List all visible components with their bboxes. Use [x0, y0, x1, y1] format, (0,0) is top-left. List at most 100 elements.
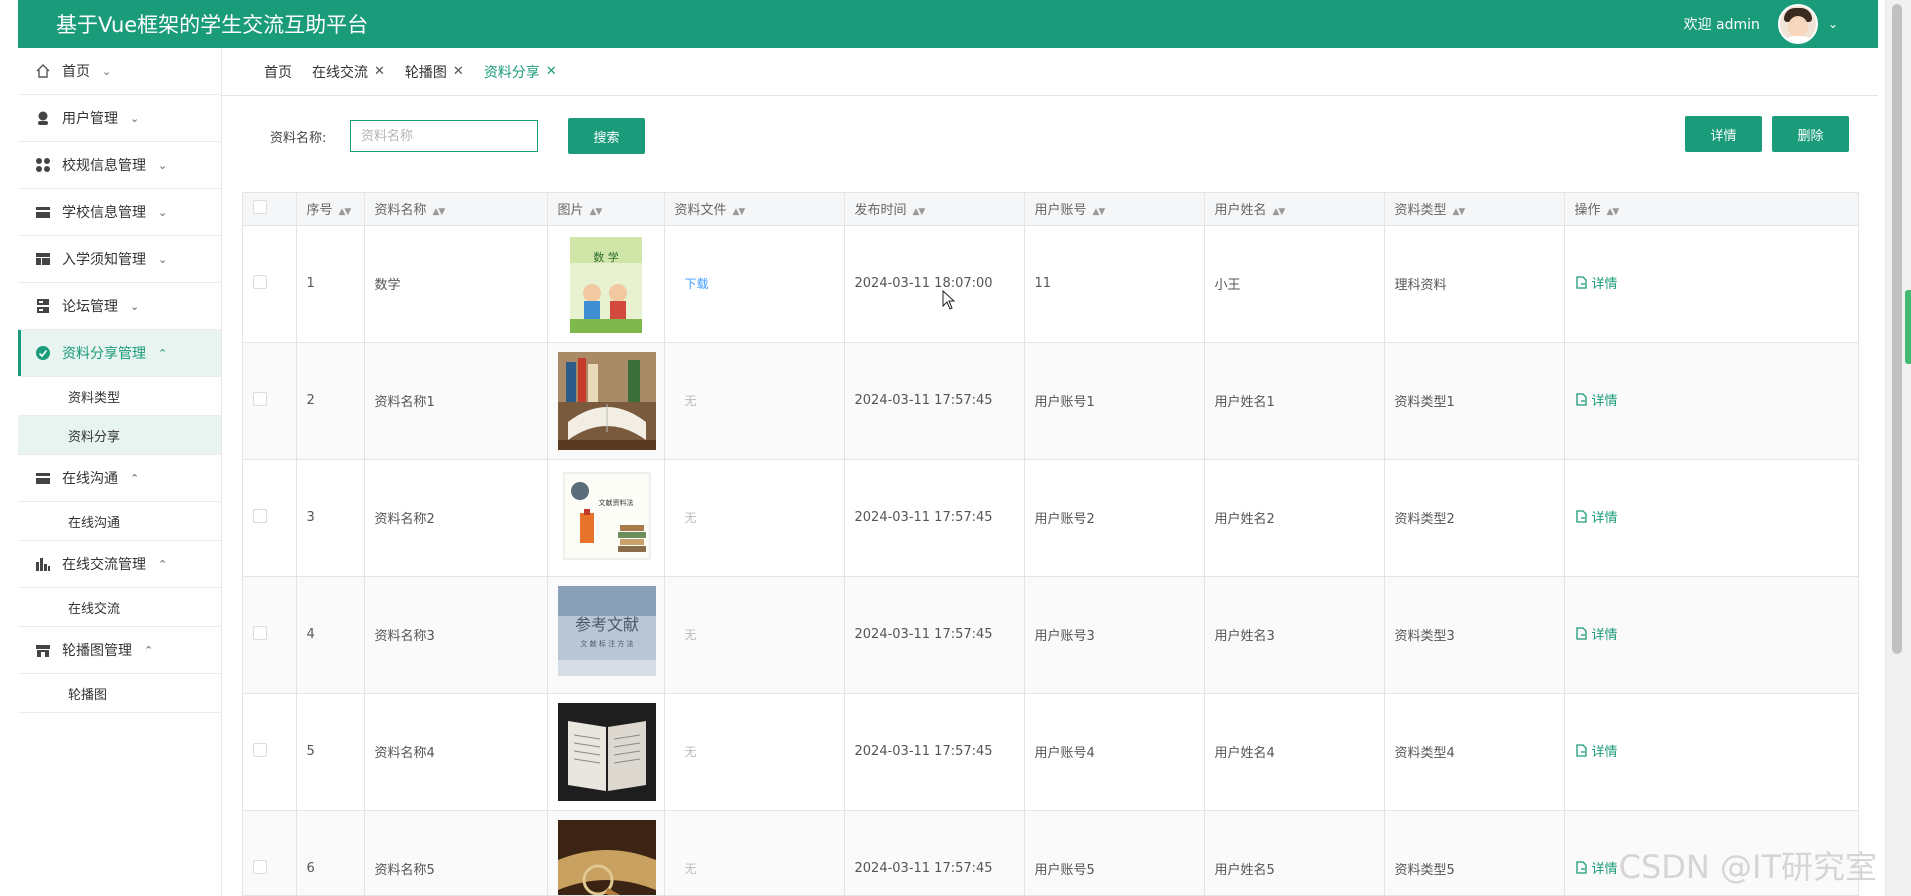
sort-icon[interactable]: ▲▼: [1273, 207, 1286, 217]
tab-share[interactable]: 资料分享 ✕: [484, 62, 557, 82]
math-book-cover-image[interactable]: 数 学: [558, 235, 656, 333]
cell-username: 用户姓名3: [1204, 576, 1385, 694]
sort-icon[interactable]: ▲▼: [433, 207, 446, 217]
download-link[interactable]: 下载: [675, 277, 709, 291]
chevron-down-icon[interactable]: ⌄: [1828, 17, 1838, 31]
sidebar-item-chat[interactable]: 在线沟通 ⌃: [18, 455, 221, 502]
tab-exchange[interactable]: 在线交流 ✕: [312, 62, 385, 82]
sidebar-subitem-exchange[interactable]: 在线交流: [18, 588, 221, 627]
user-area[interactable]: 欢迎 admin ⌄: [1684, 4, 1838, 44]
close-icon[interactable]: ✕: [546, 64, 557, 79]
header-select-all[interactable]: [243, 193, 297, 226]
sidebar-item-label: 资料分享管理: [62, 346, 146, 362]
sort-icon[interactable]: ▲▼: [1093, 207, 1106, 217]
sidebar: 首页 ⌄ 用户管理 ⌄ 校规信息管理 ⌄ 学校信息管理 ⌄ 入学须知管理 ⌄ 论…: [18, 48, 222, 896]
app-title: 基于Vue框架的学生交流互助平台: [56, 13, 369, 37]
checkbox[interactable]: [253, 742, 267, 757]
sidebar-item-carousel[interactable]: 轮播图管理 ⌃: [18, 627, 221, 674]
checkbox[interactable]: [253, 625, 267, 640]
magnifier-book-image[interactable]: [557, 819, 656, 896]
sidebar-subitem-chat[interactable]: 在线沟通: [18, 502, 221, 541]
header-cell[interactable]: 资料文件 ▲▼: [664, 193, 845, 226]
cell-type: 资料类型5: [1384, 810, 1565, 895]
cell-name: 资料名称5: [364, 810, 548, 895]
sort-icon[interactable]: ▲▼: [1607, 207, 1620, 217]
checkbox[interactable]: [253, 859, 267, 874]
sort-icon[interactable]: ▲▼: [733, 207, 746, 217]
cell-name: 资料名称4: [364, 693, 548, 811]
cell-image[interactable]: [547, 693, 665, 811]
table-row[interactable]: 1 数学 数 学 下载 2024-03-11 18:07:00 11 小王 理科…: [243, 225, 1858, 343]
close-icon[interactable]: ✕: [453, 64, 464, 79]
tab-carousel[interactable]: 轮播图 ✕: [405, 62, 464, 82]
checkbox[interactable]: [253, 508, 267, 523]
literature-method-image[interactable]: 文献资料法: [558, 469, 656, 567]
sort-icon[interactable]: ▲▼: [913, 207, 926, 217]
sidebar-item-exchange[interactable]: 在线交流管理 ⌃: [18, 541, 221, 588]
search-input[interactable]: [350, 120, 538, 152]
row-detail-button[interactable]: 详情: [1575, 741, 1618, 760]
search-button[interactable]: 搜索: [568, 118, 645, 154]
sidebar-item-admission[interactable]: 入学须知管理 ⌄: [18, 236, 221, 283]
cell-image[interactable]: [547, 342, 665, 460]
sidebar-item-share[interactable]: 资料分享管理 ⌃: [18, 330, 221, 377]
cell-type: 资料类型4: [1384, 693, 1565, 811]
row-detail-button[interactable]: 详情: [1575, 390, 1618, 409]
header-cell[interactable]: 图片 ▲▼: [547, 193, 665, 226]
open-book-image[interactable]: [557, 702, 656, 801]
sidebar-item-school-info[interactable]: 学校信息管理 ⌄: [18, 189, 221, 236]
scrollbar-thumb[interactable]: [1892, 4, 1902, 654]
header-cell[interactable]: 用户账号 ▲▼: [1024, 193, 1205, 226]
cell-image[interactable]: [547, 810, 665, 896]
side-floating-tab[interactable]: [1905, 290, 1911, 364]
header-cell[interactable]: 发布时间 ▲▼: [844, 193, 1025, 226]
sidebar-subitem-share[interactable]: 资料分享: [18, 416, 221, 455]
check-circle-icon: [34, 344, 52, 362]
sidebar-item-forum[interactable]: 论坛管理 ⌄: [18, 283, 221, 330]
delete-button[interactable]: 删除: [1772, 116, 1849, 152]
reference-literature-image[interactable]: 参考文献 文 献 标 注 方 法: [557, 585, 656, 684]
books-stack-image[interactable]: [557, 351, 656, 450]
detail-button[interactable]: 详情: [1685, 116, 1762, 152]
close-icon[interactable]: ✕: [374, 64, 385, 79]
avatar[interactable]: [1777, 4, 1818, 44]
cell-name: 资料名称1: [364, 342, 548, 460]
sort-icon[interactable]: ▲▼: [590, 207, 603, 217]
sidebar-item-school-rules[interactable]: 校规信息管理 ⌄: [18, 142, 221, 189]
cell-op: 详情: [1564, 459, 1858, 577]
header-cell[interactable]: 序号 ▲▼: [296, 193, 365, 226]
tab-home[interactable]: 首页: [264, 62, 292, 82]
table-row[interactable]: 6 资料名称5 无 2024-03-11 17:57:45 用户账号5 用户姓名…: [243, 810, 1858, 896]
header-cell[interactable]: 资料名称 ▲▼: [364, 193, 548, 226]
table-row[interactable]: 2 资料名称1 无 2024-03-11 17:57:45 用户账号1 用户姓名…: [243, 342, 1858, 460]
sidebar-item-users[interactable]: 用户管理 ⌄: [18, 95, 221, 142]
row-detail-button[interactable]: 详情: [1575, 858, 1618, 877]
cell-index: 4: [296, 576, 365, 694]
chart-icon: [34, 555, 52, 573]
sort-icon[interactable]: ▲▼: [339, 207, 352, 217]
checkbox[interactable]: [253, 199, 267, 214]
header-cell[interactable]: 资料类型 ▲▼: [1384, 193, 1565, 226]
row-detail-button[interactable]: 详情: [1575, 507, 1618, 526]
header-cell[interactable]: 用户姓名 ▲▼: [1204, 193, 1385, 226]
checkbox[interactable]: [253, 274, 267, 289]
cell-type: 资料类型3: [1384, 576, 1565, 694]
table-row[interactable]: 5 资料名称4 无 2024-03-11 17:57:45 用户账号4 用户姓名…: [243, 693, 1858, 811]
cell-image[interactable]: 参考文献 文 献 标 注 方 法: [547, 576, 665, 694]
cell-account: 用户账号5: [1024, 810, 1205, 895]
cell-image[interactable]: 文献资料法: [547, 459, 665, 577]
table-row[interactable]: 4 资料名称3 参考文献 文 献 标 注 方 法 无 2024-03-11 17…: [243, 576, 1858, 694]
row-detail-button[interactable]: 详情: [1575, 273, 1618, 292]
row-detail-button[interactable]: 详情: [1575, 624, 1618, 643]
cell-image[interactable]: 数 学: [547, 225, 665, 343]
header-cell[interactable]: 操作 ▲▼: [1564, 193, 1858, 226]
sidebar-subitem-carousel[interactable]: 轮播图: [18, 674, 221, 713]
checkbox[interactable]: [253, 391, 267, 406]
sidebar-item-home[interactable]: 首页 ⌄: [18, 48, 221, 95]
table-row[interactable]: 3 资料名称2 文献资料法 无 2024-03-11 17:57:45 用户账号…: [243, 459, 1858, 577]
sidebar-subitem-share-type[interactable]: 资料类型: [18, 377, 221, 416]
sort-icon[interactable]: ▲▼: [1453, 207, 1466, 217]
cell-time: 2024-03-11 18:07:00: [844, 225, 1025, 343]
page-scrollbar[interactable]: [1885, 0, 1911, 896]
cell-index: 5: [296, 693, 365, 811]
